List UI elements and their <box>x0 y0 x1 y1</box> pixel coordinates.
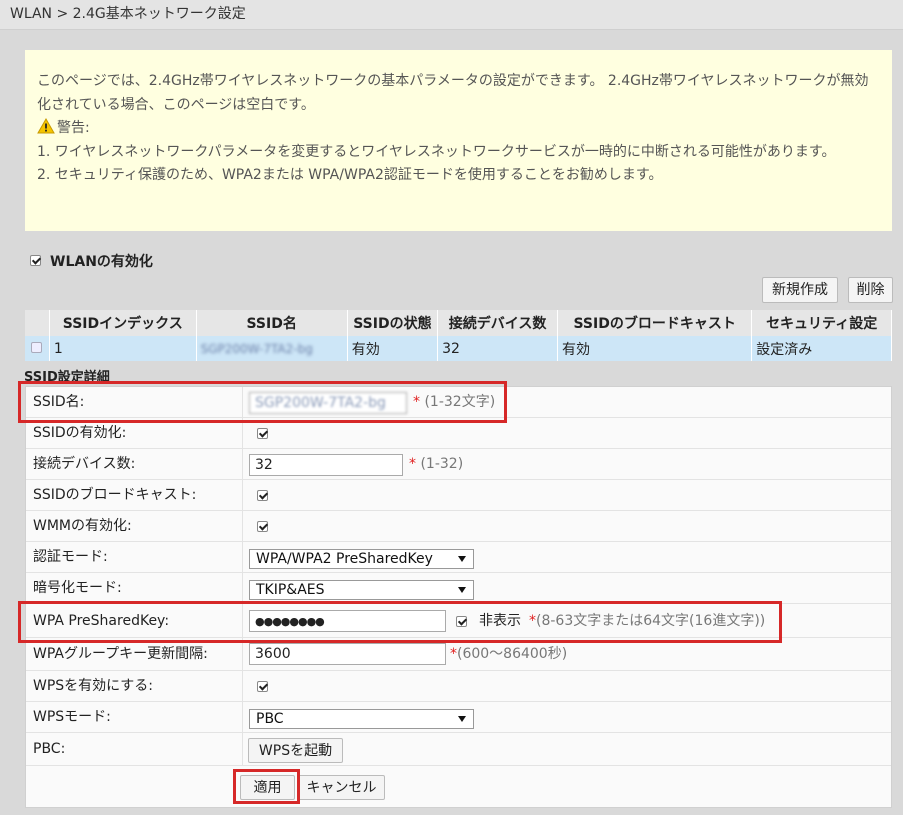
row-auth-mode: 認証モード: WPA/WPA2 PreSharedKey <box>26 542 891 573</box>
wmm-enable-checkbox[interactable] <box>257 521 268 532</box>
ssid-table: SSIDインデックス SSID名 SSIDの状態 接続デバイス数 SSIDのブロ… <box>25 310 892 361</box>
device-count-input[interactable] <box>249 454 403 476</box>
ssid-table-header: SSIDインデックス SSID名 SSIDの状態 接続デバイス数 SSIDのブロ… <box>25 310 892 336</box>
row-pbc: PBC: <box>26 733 891 766</box>
notice-description: このページでは、2.4GHz帯ワイヤレスネットワークの基本パラメータの設定ができ… <box>37 73 869 113</box>
header-ssid-index: SSIDインデックス <box>49 310 197 336</box>
notice-warning: 警告: <box>37 117 882 141</box>
group-key-input[interactable] <box>249 643 446 665</box>
wlan-enable-label: WLANの有効化 <box>50 254 153 270</box>
wps-mode-value: PBC <box>256 711 284 727</box>
header-ssid-broadcast: SSIDのブロードキャスト <box>557 310 753 336</box>
notice-item-1: 1. ワイヤレスネットワークパラメータを変更するとワイヤレスネットワークサービス… <box>37 143 836 160</box>
auth-mode-value: WPA/WPA2 PreSharedKey <box>256 551 433 567</box>
wps-enable-checkbox[interactable] <box>257 681 268 692</box>
cell-ssid-name: SGP200W-7TA2-bg <box>196 336 348 361</box>
highlight-box-ssid-name <box>18 381 507 423</box>
highlight-box-apply <box>233 769 300 804</box>
table-row[interactable]: 1 SGP200W-7TA2-bg 有効 32 有効 設定済み <box>25 336 892 361</box>
label-wps-mode: WPSモード: <box>26 702 243 732</box>
label-pbc: PBC: <box>26 733 243 765</box>
wps-mode-select[interactable]: PBC <box>249 709 474 729</box>
wps-start-button[interactable]: WPSを起動 <box>248 738 343 763</box>
notice-item-2: 2. セキュリティ保護のため、WPA2または WPA/WPA2認証モードを使用す… <box>37 167 663 183</box>
header-ssid-status: SSIDの状態 <box>347 310 439 336</box>
new-button[interactable]: 新規作成 <box>762 277 838 303</box>
label-ssid-broadcast: SSIDのブロードキャスト: <box>26 480 243 510</box>
delete-button[interactable]: 削除 <box>848 277 893 303</box>
header-select <box>25 310 50 336</box>
header-security: セキュリティ設定 <box>751 310 892 336</box>
cell-status: 有効 <box>347 336 439 361</box>
ssid-detail-form: SSID名: * (1-32文字) SSIDの有効化: 接続デバイス数: * (… <box>25 386 892 808</box>
row-select-cell <box>25 336 50 361</box>
label-auth-mode: 認証モード: <box>26 542 243 572</box>
chevron-down-icon <box>458 556 466 562</box>
auth-mode-select[interactable]: WPA/WPA2 PreSharedKey <box>249 549 474 569</box>
notice-panel: このページでは、2.4GHz帯ワイヤレスネットワークの基本パラメータの設定ができ… <box>25 50 892 231</box>
row-device-count: 接続デバイス数: * (1-32) <box>26 449 891 480</box>
row-select-checkbox[interactable] <box>31 341 43 353</box>
chevron-down-icon <box>458 716 466 722</box>
warning-icon <box>37 118 55 134</box>
row-encrypt-mode: 暗号化モード: TKIP&AES <box>26 573 891 604</box>
cancel-button[interactable]: キャンセル <box>298 775 385 800</box>
label-wmm: WMMの有効化: <box>26 511 243 541</box>
highlight-box-psk <box>18 601 782 643</box>
encrypt-mode-value: TKIP&AES <box>256 582 325 598</box>
wlan-enable-checkbox[interactable] <box>30 255 41 266</box>
header-device-count: 接続デバイス数 <box>437 310 559 336</box>
ssid-name-text: SGP200W-7TA2-bg <box>200 341 313 356</box>
warning-label: 警告: <box>57 120 90 136</box>
ssid-enable-checkbox[interactable] <box>257 428 268 439</box>
encrypt-mode-select[interactable]: TKIP&AES <box>249 580 474 600</box>
ssid-broadcast-checkbox[interactable] <box>257 490 268 501</box>
cell-index: 1 <box>49 336 197 361</box>
header-ssid-name: SSID名 <box>196 310 348 336</box>
wlan-enable-row: WLANの有効化 <box>30 251 153 271</box>
chevron-down-icon <box>458 587 466 593</box>
cell-devices: 32 <box>437 336 559 361</box>
label-encrypt-mode: 暗号化モード: <box>26 573 243 603</box>
row-ssid-broadcast: SSIDのブロードキャスト: <box>26 480 891 511</box>
label-device-count: 接続デバイス数: <box>26 449 243 479</box>
label-wps-enable: WPSを有効にする: <box>26 671 243 701</box>
breadcrumb: WLAN > 2.4G基本ネットワーク設定 <box>0 0 903 30</box>
cell-security: 設定済み <box>751 336 892 361</box>
cell-broadcast: 有効 <box>557 336 753 361</box>
row-wmm: WMMの有効化: <box>26 511 891 542</box>
row-wps-enable: WPSを有効にする: <box>26 671 891 702</box>
row-wps-mode: WPSモード: PBC <box>26 702 891 733</box>
device-count-hint: * (1-32) <box>409 456 464 472</box>
